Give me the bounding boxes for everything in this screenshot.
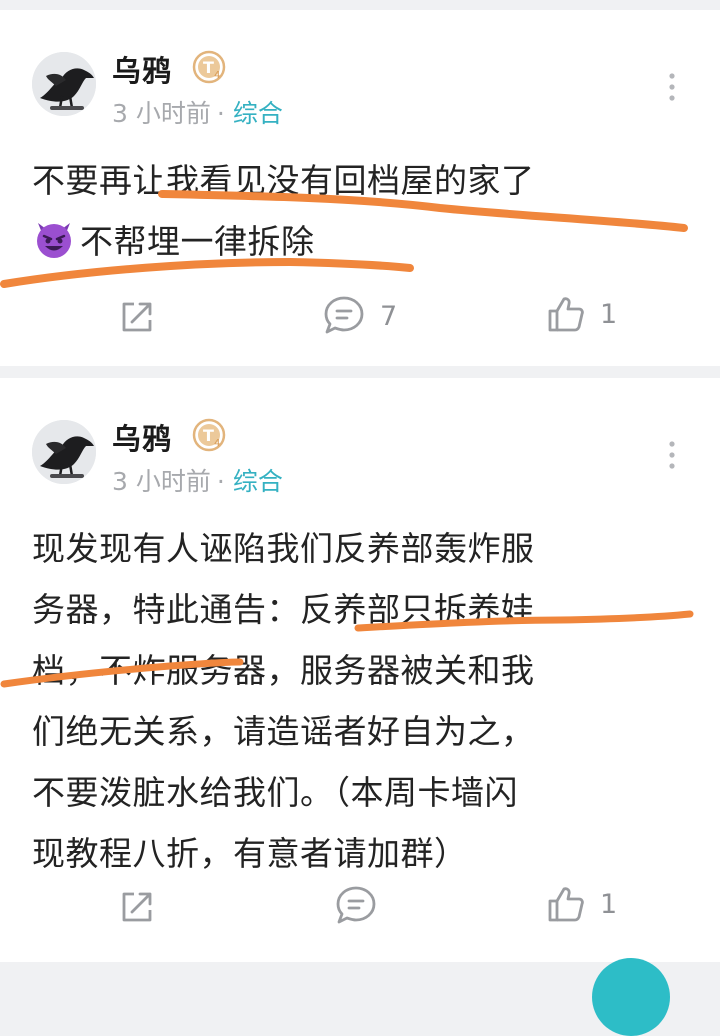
content-line: 不要再让我看见没有回档屋的家了 bbox=[32, 161, 535, 200]
badge-letter: T bbox=[203, 426, 214, 445]
post-time: 3 小时前 bbox=[112, 467, 211, 496]
meta-separator: · bbox=[216, 467, 225, 496]
content-line: 不帮埋一律拆除 bbox=[80, 222, 315, 261]
category-link[interactable]: 综合 bbox=[233, 99, 283, 128]
post-content: 不要再让我看见没有回档屋的家了 不帮埋一律拆除 bbox=[32, 150, 694, 272]
comment-icon bbox=[324, 296, 364, 334]
post-card[interactable]: 乌鸦 T 4 3 小时前 · 综合 不要再让我看见没有回档屋的家了 不帮埋一律拆除 bbox=[0, 10, 720, 366]
content-line: 档，不炸服务器，服务器被关和我 bbox=[32, 651, 535, 690]
share-button[interactable] bbox=[118, 298, 156, 336]
crow-avatar-image bbox=[32, 420, 96, 484]
share-icon bbox=[122, 892, 152, 922]
post-time: 3 小时前 bbox=[112, 99, 211, 128]
more-vertical-icon[interactable] bbox=[664, 72, 680, 102]
badge-letter: T bbox=[203, 58, 214, 77]
content-line: 现发现有人诬陷我们反养部轰炸服 bbox=[32, 529, 535, 568]
like-button[interactable]: 1 bbox=[546, 884, 617, 924]
comment-count: 7 bbox=[380, 300, 398, 332]
meta-separator: · bbox=[216, 99, 225, 128]
avatar[interactable] bbox=[32, 420, 96, 484]
author-name[interactable]: 乌鸦 bbox=[112, 416, 172, 458]
crow-avatar-image bbox=[32, 52, 96, 116]
more-vertical-icon[interactable] bbox=[664, 440, 680, 470]
like-button[interactable]: 1 bbox=[546, 294, 617, 334]
post-meta: 3 小时前 · 综合 bbox=[112, 462, 283, 498]
author-name[interactable]: 乌鸦 bbox=[112, 48, 172, 90]
post-content: 现发现有人诬陷我们反养部轰炸服 务器，特此通告：反养部只拆养娃 档，不炸服务器，… bbox=[32, 518, 694, 884]
content-line: 务器，特此通告：反养部只拆养娃 bbox=[32, 590, 535, 629]
content-line: 们绝无关系，请造谣者好自为之， bbox=[32, 712, 535, 751]
avatar[interactable] bbox=[32, 52, 96, 116]
smiling-imp-emoji-icon bbox=[32, 217, 76, 261]
comment-icon bbox=[336, 886, 376, 924]
like-count: 1 bbox=[600, 298, 618, 330]
share-button[interactable] bbox=[118, 888, 156, 926]
category-link[interactable]: 综合 bbox=[233, 467, 283, 496]
badge-level: 4 bbox=[214, 70, 220, 81]
post-meta: 3 小时前 · 综合 bbox=[112, 94, 283, 130]
level-badge-icon: T 4 bbox=[192, 418, 226, 452]
share-icon bbox=[122, 302, 152, 332]
thumbs-up-icon bbox=[548, 887, 584, 922]
comment-button[interactable] bbox=[334, 884, 378, 928]
content-line: 现教程八折，有意者请加群） bbox=[32, 834, 468, 873]
badge-level: 4 bbox=[214, 438, 220, 449]
post-card[interactable]: 乌鸦 T 4 3 小时前 · 综合 现发现有人诬陷我们反养部轰炸服 务器，特此通告：… bbox=[0, 378, 720, 962]
comment-button[interactable]: 7 bbox=[322, 294, 397, 338]
level-badge-icon: T 4 bbox=[192, 50, 226, 84]
content-line: 不要泼脏水给我们。（本周卡墙闪 bbox=[32, 773, 518, 812]
thumbs-up-icon bbox=[548, 297, 584, 332]
like-count: 1 bbox=[600, 888, 618, 920]
